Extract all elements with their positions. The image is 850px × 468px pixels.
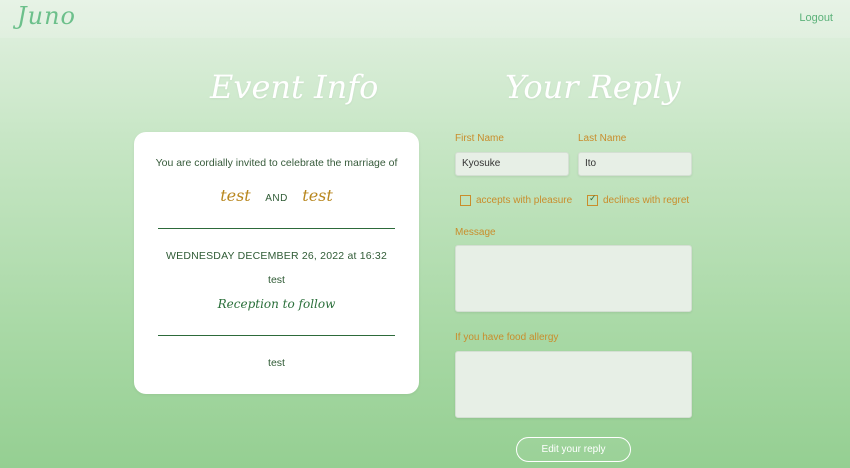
first-name-label: First Name — [455, 133, 504, 144]
message-textarea[interactable] — [455, 245, 692, 312]
event-info-title: Event Info — [210, 68, 379, 106]
allergy-label: If you have food allergy — [455, 332, 559, 343]
allergy-textarea[interactable] — [455, 351, 692, 418]
decline-checkbox[interactable] — [587, 193, 598, 206]
event-note: test — [268, 357, 285, 369]
last-name-label: Last Name — [578, 133, 627, 144]
decline-label: declines with regret — [603, 195, 690, 206]
logout-link[interactable]: Logout — [799, 12, 833, 24]
decline-option[interactable]: declines with regret — [587, 193, 690, 206]
last-name-input[interactable]: Ito — [578, 152, 692, 176]
partner-name-2: test — [302, 186, 333, 205]
event-datetime: WEDNESDAY DECEMBER 26, 2022 at 16:32 — [166, 250, 387, 262]
divider — [158, 228, 395, 229]
message-label: Message — [455, 227, 496, 238]
top-bar: Juno Logout — [0, 0, 850, 38]
reception-note: Reception to follow — [217, 297, 336, 311]
accept-label: accepts with pleasure — [476, 195, 573, 206]
couple-names: test AND test — [134, 186, 419, 206]
event-venue: test — [268, 274, 285, 286]
divider — [158, 335, 395, 336]
partner-name-1: test — [220, 186, 251, 205]
your-reply-title: Your Reply — [505, 68, 681, 106]
event-info-card: You are cordially invited to celebrate t… — [134, 132, 419, 394]
edit-reply-button[interactable]: Edit your reply — [516, 437, 631, 462]
accept-checkbox[interactable] — [460, 195, 471, 206]
accept-option[interactable]: accepts with pleasure — [460, 195, 572, 206]
first-name-input[interactable]: Kyosuke — [455, 152, 569, 176]
invite-text: You are cordially invited to celebrate t… — [155, 157, 398, 169]
app-logo[interactable]: Juno — [17, 2, 76, 30]
and-label: AND — [265, 193, 288, 204]
